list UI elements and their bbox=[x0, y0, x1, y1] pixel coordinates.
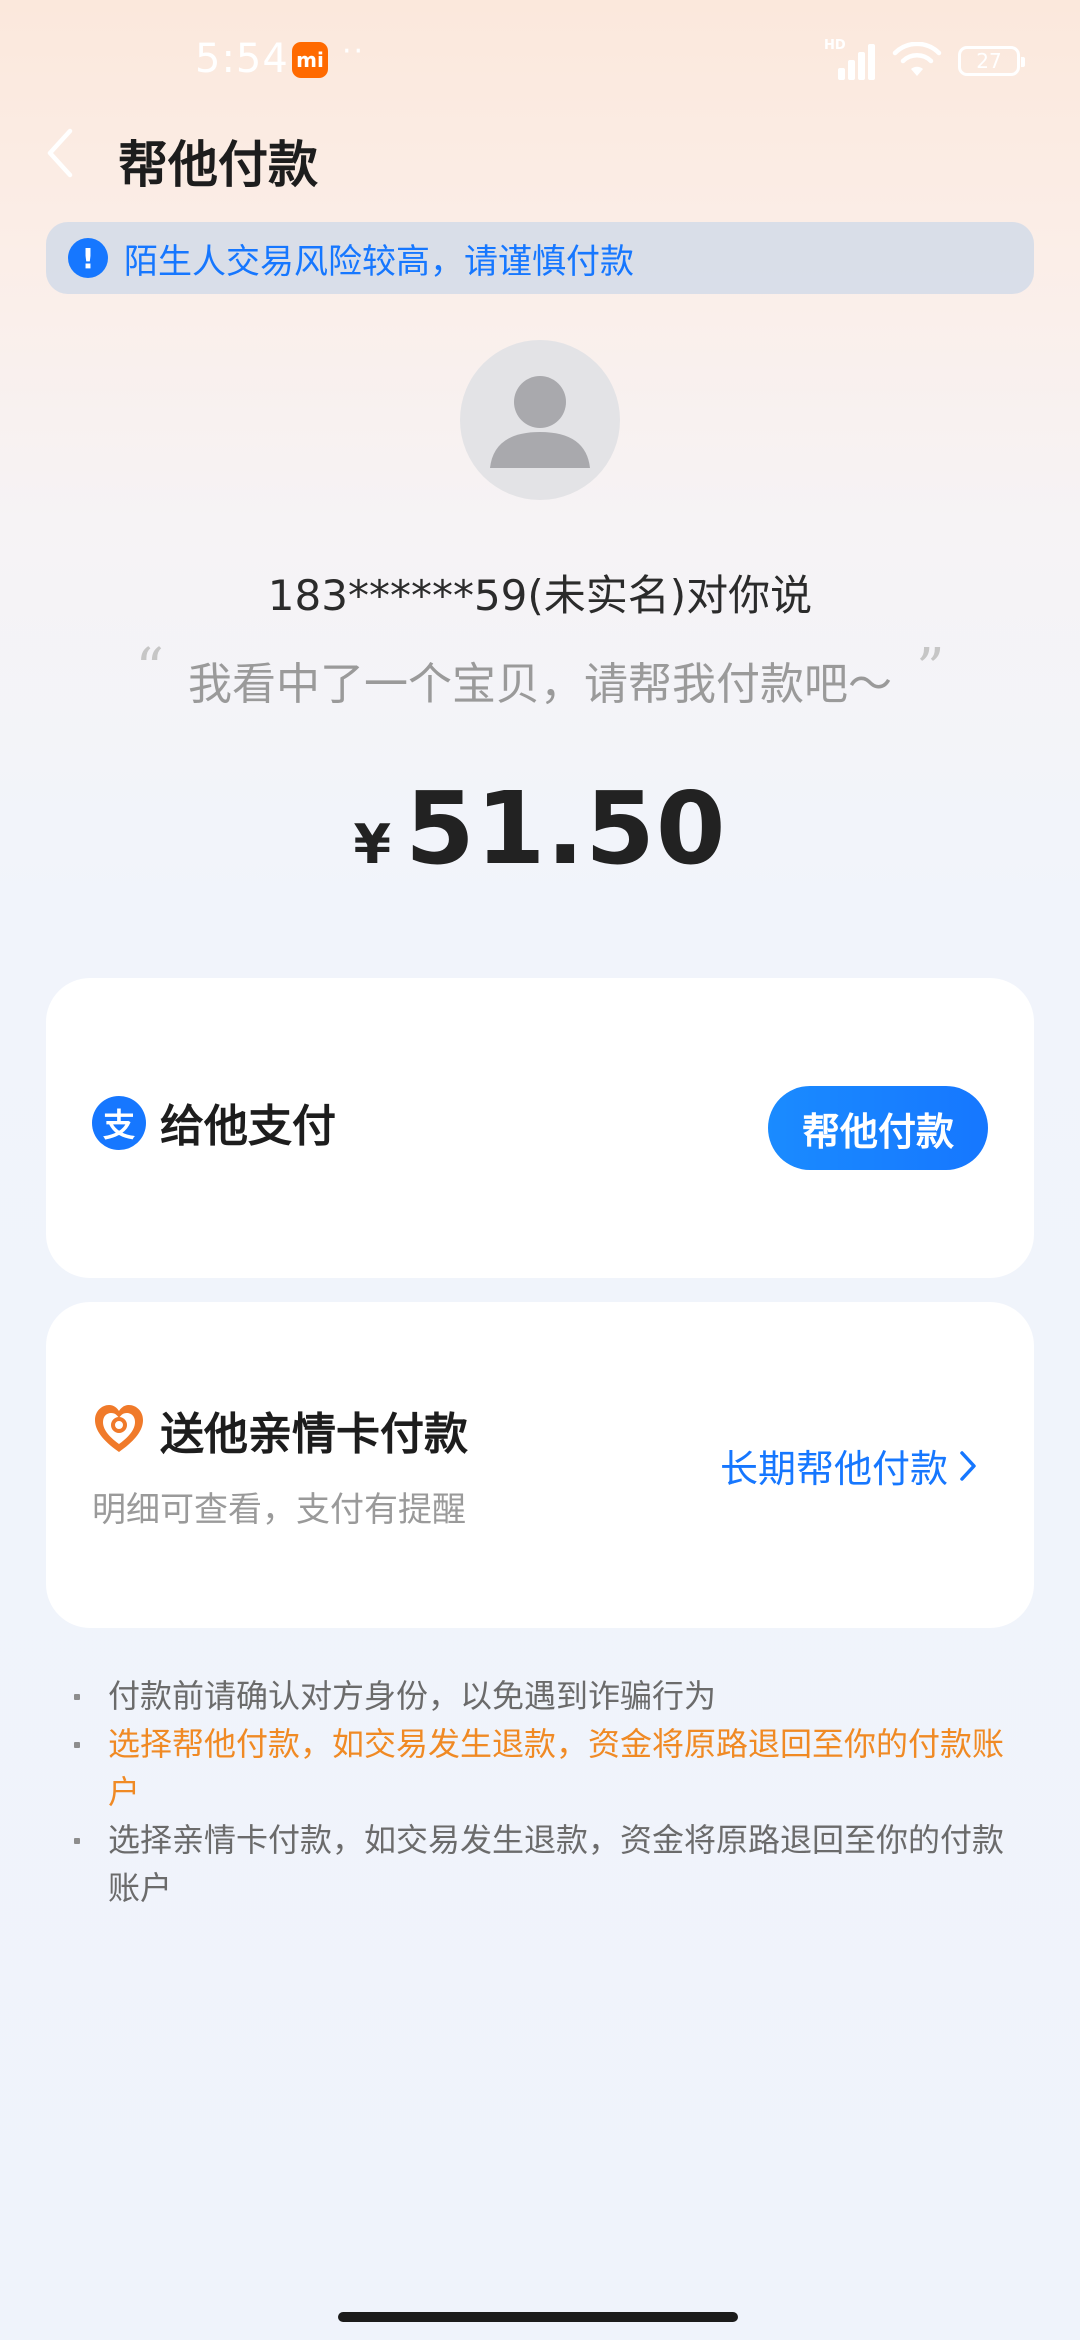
header: 帮他付款 bbox=[0, 115, 1080, 195]
heart-card-icon bbox=[92, 1402, 146, 1456]
status-time: 5:54 bbox=[195, 36, 289, 82]
long-term-pay-label: 长期帮他付款 bbox=[719, 1447, 948, 1491]
payment-notes: 付款前请确认对方身份，以免遇到诈骗行为 选择帮他付款，如交易发生退款，资金将原路… bbox=[70, 1672, 1010, 1912]
status-bar: 5:54 mi ·· HD 27 bbox=[0, 0, 1080, 120]
pay-option-card: 支 给他支付 帮他付款 bbox=[46, 978, 1034, 1278]
note-item-refund-warning: 选择帮他付款，如交易发生退款，资金将原路退回至你的付款账户 bbox=[70, 1720, 1010, 1816]
payment-amount: ¥ 51.50 bbox=[0, 770, 1080, 887]
back-arrow-icon bbox=[47, 128, 73, 178]
signal-icon: HD bbox=[824, 38, 876, 80]
chevron-right-icon bbox=[960, 1450, 976, 1481]
network-label: HD bbox=[824, 38, 846, 53]
quote-open-icon: “ bbox=[135, 637, 164, 702]
requester-line: 183******59(未实名)对你说 bbox=[267, 571, 813, 620]
risk-warning-banner: ! 陌生人交易风险较高，请谨慎付款 bbox=[46, 222, 1034, 294]
warning-text: 陌生人交易风险较高，请谨慎付款 bbox=[124, 241, 634, 282]
message-text: 我看中了一个宝贝，请帮我付款吧～ bbox=[188, 659, 892, 710]
battery-icon: 27 bbox=[958, 46, 1025, 76]
alipay-icon: 支 bbox=[92, 1096, 146, 1150]
wifi-icon bbox=[892, 42, 942, 76]
family-card-option[interactable]: 送他亲情卡付款 明细可查看，支付有提醒 长期帮他付款 bbox=[46, 1302, 1034, 1628]
mi-app-icon: mi bbox=[292, 42, 328, 78]
back-button[interactable] bbox=[30, 123, 90, 183]
long-term-pay-link[interactable]: 长期帮他付款 bbox=[720, 1438, 978, 1493]
quote-close-icon: ” bbox=[916, 637, 945, 702]
family-option-title: 送他亲情卡付款 bbox=[160, 1409, 468, 1460]
family-option-subtitle: 明细可查看，支付有提醒 bbox=[92, 1490, 466, 1530]
page-title: 帮他付款 bbox=[118, 136, 318, 194]
status-indicators: HD 27 bbox=[824, 38, 1025, 80]
person-silhouette-icon bbox=[490, 376, 590, 468]
home-indicator[interactable] bbox=[338, 2312, 738, 2322]
help-pay-button[interactable]: 帮他付款 bbox=[768, 1086, 988, 1170]
note-item: 付款前请确认对方身份，以免遇到诈骗行为 bbox=[70, 1672, 1010, 1720]
note-item: 选择亲情卡付款，如交易发生退款，资金将原路退回至你的付款账户 bbox=[70, 1816, 1010, 1912]
currency-symbol: ¥ bbox=[353, 813, 392, 876]
pay-option-title: 给他支付 bbox=[160, 1101, 336, 1152]
avatar bbox=[460, 340, 620, 500]
exclamation-icon: ! bbox=[68, 238, 108, 278]
amount-value: 51.50 bbox=[405, 770, 727, 887]
notification-dots: ·· bbox=[342, 34, 366, 69]
request-message: “ 我看中了一个宝贝，请帮我付款吧～ ” bbox=[0, 642, 1080, 712]
